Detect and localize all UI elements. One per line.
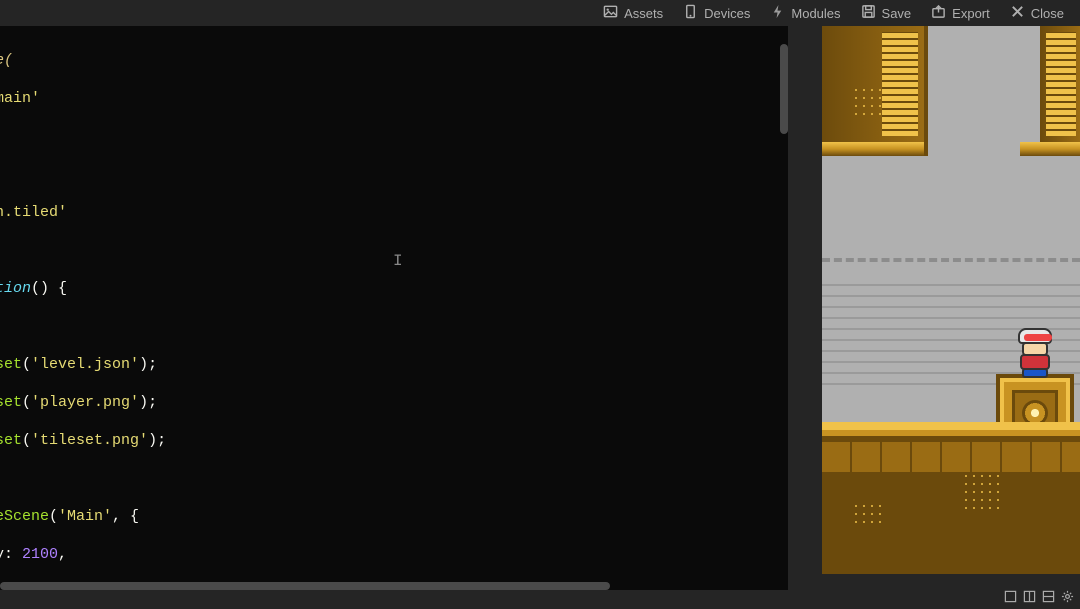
horizontal-scroll-thumb[interactable]: [0, 582, 610, 590]
toolbar: Assets Devices Modules Save Export Close: [0, 0, 1080, 26]
code-token: ,: [58, 546, 67, 563]
code-token: eateScene: [0, 508, 49, 525]
code-token: me.main': [0, 90, 40, 107]
picture-icon: [603, 4, 618, 22]
floppy-icon: [861, 4, 876, 22]
share-icon: [931, 4, 946, 22]
save-label: Save: [882, 6, 912, 21]
code-token: (: [22, 394, 31, 411]
footer: [0, 590, 1080, 608]
splitter[interactable]: [788, 26, 822, 590]
code-token: (: [22, 432, 31, 449]
export-button[interactable]: Export: [921, 0, 1000, 26]
code-token: 2100: [22, 546, 58, 563]
pillar-right: [1040, 26, 1080, 156]
bolt-icon: [770, 4, 785, 22]
code-token: (: [22, 356, 31, 373]
player-sprite: [1012, 328, 1060, 378]
code-editor[interactable]: dule( me.main' e( ugin.tiled' unction() …: [0, 26, 788, 590]
sky-gap: [822, 156, 1080, 256]
save-button[interactable]: Save: [851, 0, 922, 26]
devices-button[interactable]: Devices: [673, 0, 760, 26]
editor-content[interactable]: dule( me.main' e( ugin.tiled' unction() …: [0, 26, 788, 590]
code-token: ugin.tiled': [0, 204, 67, 221]
gold-dust-icon: [852, 86, 882, 116]
gold-dust-icon: [962, 472, 1002, 512]
game-preview[interactable]: [822, 26, 1080, 574]
assets-button[interactable]: Assets: [593, 0, 673, 26]
code-token: 'Main': [58, 508, 112, 525]
code-token: 'tileset.png': [31, 432, 148, 449]
assets-label: Assets: [624, 6, 663, 21]
code-token: dAsset: [0, 394, 22, 411]
code-token: dule(: [0, 52, 13, 69]
vertical-scrollbar[interactable]: [780, 26, 788, 590]
text-cursor-icon: I: [393, 252, 401, 269]
code-token: 'player.png': [31, 394, 139, 411]
gold-dust-icon: [852, 502, 882, 526]
code-token: (: [49, 508, 58, 525]
layout-single-icon[interactable]: [1004, 590, 1017, 608]
code-token: );: [139, 394, 157, 411]
code-token: dAsset: [0, 432, 22, 449]
close-label: Close: [1031, 6, 1064, 21]
code-token: );: [148, 432, 166, 449]
layout-split-horizontal-icon[interactable]: [1042, 590, 1055, 608]
lower-platform: [822, 422, 1080, 574]
code-token: dAsset: [0, 356, 22, 373]
main-area: dule( me.main' e( ugin.tiled' unction() …: [0, 26, 1080, 590]
code-token: vity:: [0, 546, 22, 563]
close-icon: [1010, 4, 1025, 22]
settings-icon[interactable]: [1061, 590, 1074, 608]
export-label: Export: [952, 6, 990, 21]
code-token: , {: [112, 508, 139, 525]
code-token: );: [139, 356, 157, 373]
vertical-scroll-thumb[interactable]: [780, 44, 788, 134]
code-token: unction: [0, 280, 31, 297]
code-token: 'level.json': [31, 356, 139, 373]
horizontal-scrollbar[interactable]: [0, 582, 788, 590]
close-button[interactable]: Close: [1000, 0, 1074, 26]
tablet-icon: [683, 4, 698, 22]
layout-split-vertical-icon[interactable]: [1023, 590, 1036, 608]
modules-button[interactable]: Modules: [760, 0, 850, 26]
devices-label: Devices: [704, 6, 750, 21]
code-token: () {: [31, 280, 67, 297]
modules-label: Modules: [791, 6, 840, 21]
